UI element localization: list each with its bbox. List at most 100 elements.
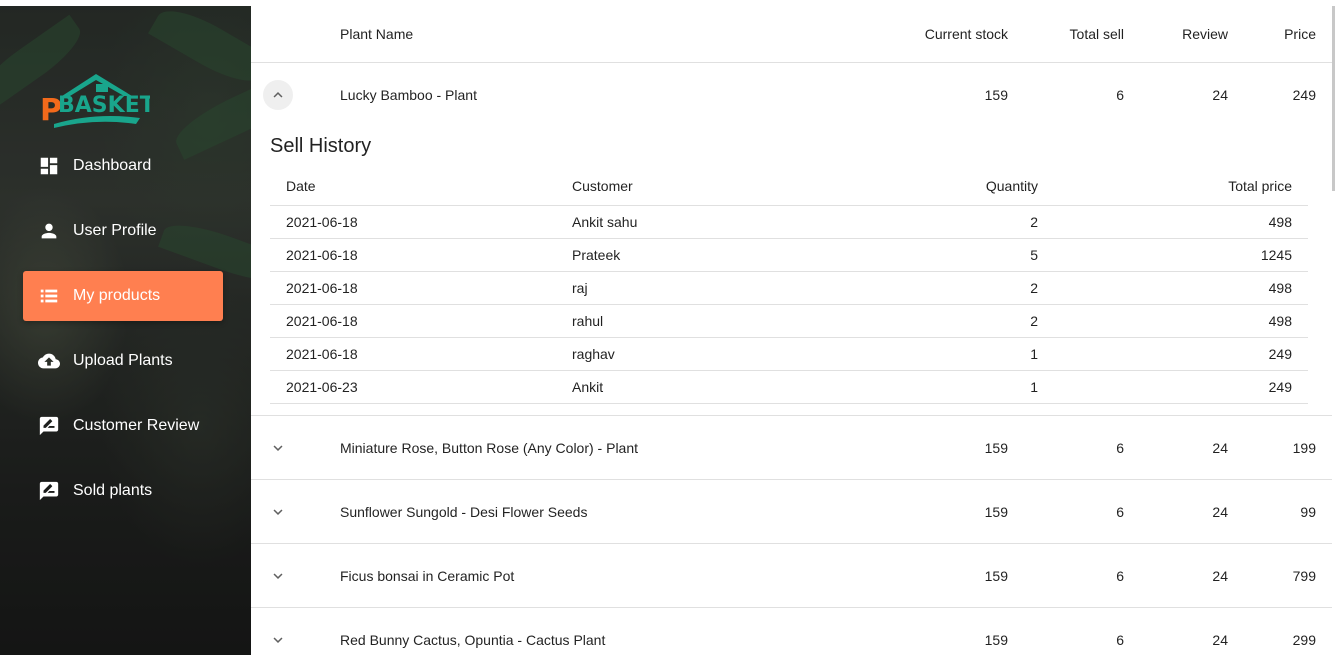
- sidebar-item-label: User Profile: [73, 222, 157, 239]
- sell-history-row: 2021-06-18 Prateek 5 1245: [270, 239, 1308, 272]
- sale-total: 498: [1268, 280, 1292, 296]
- sale-customer: Ankit: [572, 379, 604, 395]
- current-stock: 159: [984, 439, 1008, 456]
- sell-history-row: 2021-06-18 rahul 2 498: [270, 305, 1308, 338]
- sale-quantity: 2: [1030, 214, 1038, 230]
- review-count: 24: [1212, 439, 1228, 456]
- table-row: Ficus bonsai in Ceramic Pot 159 6 24 799: [251, 544, 1332, 608]
- header-customer: Customer: [572, 178, 633, 194]
- sale-quantity: 1: [1030, 379, 1038, 395]
- total-sell: 6: [1116, 631, 1124, 648]
- expand-button[interactable]: [263, 433, 293, 463]
- total-sell: 6: [1116, 503, 1124, 520]
- current-stock: 159: [984, 631, 1008, 648]
- sale-total: 498: [1268, 214, 1292, 230]
- sale-total: 249: [1268, 379, 1292, 395]
- sale-quantity: 5: [1030, 247, 1038, 263]
- sale-total: 498: [1268, 313, 1292, 329]
- header-total-price: Total price: [1228, 178, 1292, 194]
- plant-name: Sunflower Sungold - Desi Flower Seeds: [340, 503, 588, 520]
- sidebar-item-upload-plants[interactable]: Upload Plants: [23, 336, 223, 386]
- sidebar-item-dashboard[interactable]: Dashboard: [23, 141, 223, 191]
- sell-history-title: Sell History: [270, 135, 372, 157]
- sale-date: 2021-06-23: [286, 379, 358, 395]
- review-count: 24: [1212, 567, 1228, 584]
- sidebar-item-label: Dashboard: [73, 157, 152, 174]
- plant-name: Miniature Rose, Button Rose (Any Color) …: [340, 439, 639, 456]
- sidebar-item-label: Customer Review: [73, 417, 200, 434]
- total-sell: 6: [1116, 439, 1124, 456]
- price: 299: [1292, 631, 1316, 648]
- sale-date: 2021-06-18: [286, 247, 358, 263]
- sale-quantity: 1: [1030, 346, 1038, 362]
- sidebar-item-label: Sold plants: [73, 482, 153, 499]
- sell-history-header: Date Customer Quantity Total price: [270, 167, 1308, 206]
- expand-button[interactable]: [263, 561, 293, 591]
- sale-date: 2021-06-18: [286, 214, 358, 230]
- table-row: Miniature Rose, Button Rose (Any Color) …: [251, 416, 1332, 480]
- header-date: Date: [286, 178, 316, 194]
- total-sell: 6: [1116, 567, 1124, 584]
- expand-button[interactable]: [263, 625, 293, 655]
- sale-customer: Prateek: [572, 247, 621, 263]
- logo-graphic: P BASKET: [40, 74, 155, 128]
- expand-button[interactable]: [263, 497, 293, 527]
- brand-logo[interactable]: P BASKET: [40, 72, 155, 136]
- sidebar-item-label: My products: [73, 287, 161, 304]
- current-stock: 159: [984, 503, 1008, 520]
- header-price: Price: [1284, 26, 1316, 42]
- chevron-down-icon: [273, 637, 283, 643]
- price: 799: [1292, 567, 1316, 584]
- cloud-upload-icon: [38, 350, 60, 372]
- sidebar-item-my-products[interactable]: My products: [23, 271, 223, 321]
- sale-customer: Ankit sahu: [572, 214, 638, 230]
- sale-customer: raj: [572, 280, 588, 296]
- sell-history-row: 2021-06-18 raj 2 498: [270, 272, 1308, 305]
- chevron-down-icon: [273, 445, 283, 451]
- sale-quantity: 2: [1030, 313, 1038, 329]
- rate-review-icon: [38, 480, 60, 502]
- background-leaf: [148, 6, 251, 94]
- sale-customer: raghav: [572, 346, 615, 362]
- sale-date: 2021-06-18: [286, 280, 358, 296]
- sell-history-row: 2021-06-18 raghav 1 249: [270, 338, 1308, 371]
- header-plant-name: Plant Name: [340, 26, 414, 42]
- sale-customer: rahul: [572, 313, 604, 329]
- dashboard-icon: [38, 155, 60, 177]
- review-count: 24: [1212, 503, 1228, 520]
- sidebar: P BASKET Dashboard User Profile My produ…: [0, 6, 251, 655]
- sale-total: 249: [1268, 346, 1292, 362]
- header-quantity: Quantity: [985, 178, 1038, 194]
- sale-date: 2021-06-18: [286, 313, 358, 329]
- logo-text: BASKET: [58, 93, 150, 118]
- header-total-sell: Total sell: [1069, 26, 1124, 42]
- sell-history-row: 2021-06-23 Ankit 1 249: [270, 371, 1308, 404]
- sale-date: 2021-06-18: [286, 346, 358, 362]
- list-icon: [38, 285, 60, 307]
- sidebar-item-user-profile[interactable]: User Profile: [23, 206, 223, 256]
- review-count: 24: [1212, 631, 1228, 648]
- price: 99: [1300, 503, 1316, 520]
- rate-review-icon: [38, 415, 60, 437]
- sale-quantity: 2: [1030, 280, 1038, 296]
- table-row: Sunflower Sungold - Desi Flower Seeds 15…: [251, 480, 1332, 544]
- sale-total: 1245: [1260, 247, 1292, 263]
- products-table: Plant Name Current stock Total sell Revi…: [251, 6, 1332, 655]
- price: 199: [1292, 439, 1316, 456]
- sidebar-item-sold-plants[interactable]: Sold plants: [23, 466, 223, 516]
- sidebar-nav: Dashboard User Profile My products Uploa…: [23, 141, 223, 531]
- person-icon: [38, 220, 60, 242]
- sidebar-item-label: Upload Plants: [73, 352, 173, 369]
- current-stock: 159: [984, 567, 1008, 584]
- header-current-stock: Current stock: [924, 26, 1008, 42]
- plant-name: Ficus bonsai in Ceramic Pot: [340, 567, 515, 584]
- sell-history-table: Date Customer Quantity Total price 2021-…: [270, 167, 1308, 404]
- table-header: Plant Name Current stock Total sell Revi…: [251, 6, 1332, 63]
- sell-history-row: 2021-06-18 Ankit sahu 2 498: [270, 206, 1308, 239]
- sidebar-item-customer-review[interactable]: Customer Review: [23, 401, 223, 451]
- table-row: Red Bunny Cactus, Opuntia - Cactus Plant…: [251, 608, 1332, 655]
- header-review: Review: [1182, 26, 1228, 42]
- chevron-down-icon: [273, 573, 283, 579]
- chevron-down-icon: [273, 509, 283, 515]
- sell-history-panel: Sell History Date Customer Quantity Tota…: [251, 63, 1332, 416]
